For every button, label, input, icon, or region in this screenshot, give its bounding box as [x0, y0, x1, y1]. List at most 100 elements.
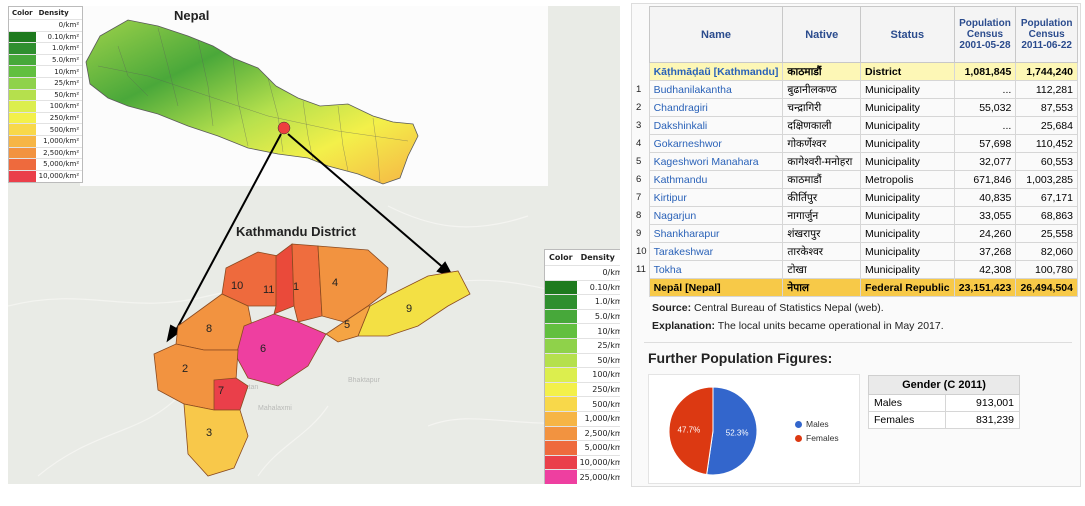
legend-value: 500/km²: [35, 123, 83, 136]
legend-header-density: Density: [580, 253, 615, 262]
district-label-10: 10: [231, 280, 243, 292]
legend-swatch: [545, 279, 577, 295]
municipality-link[interactable]: Budhanilakantha: [654, 84, 732, 96]
district-native: काठमाडौं: [782, 62, 862, 81]
municipality-link[interactable]: Chandragiri: [654, 102, 708, 114]
row-native: टोखा: [782, 260, 862, 279]
row-status: Municipality: [860, 206, 955, 225]
row-pop2011: 110,452: [1015, 134, 1078, 153]
row-pop2001: 671,846: [953, 170, 1017, 189]
district-name[interactable]: Kāṭhmāḍaũ [Kathmandu]: [648, 62, 784, 81]
legend-swatch: [9, 123, 36, 136]
legend-row: 10,000/km²: [9, 169, 83, 182]
row-name[interactable]: Nagarjun: [648, 206, 784, 225]
legend-swatch: [9, 111, 36, 124]
legend-swatch: [545, 352, 577, 368]
legend-swatch: [9, 146, 36, 159]
legend-row: 500/km²: [9, 123, 83, 136]
row-pop2001: 42,308: [953, 260, 1017, 279]
table-row: 7 Kirtipur कीर्तिपुर Municipality 40,835 67,1…: [634, 188, 1078, 207]
legend-row: 2,500/km²: [9, 146, 83, 159]
legend-value: 0/km²: [35, 19, 83, 32]
females-swatch: [795, 435, 802, 443]
legend-value: 1,000/km²: [35, 134, 83, 148]
municipality-link[interactable]: Tokha: [654, 264, 682, 276]
row-index: 7: [634, 188, 650, 207]
municipality-link[interactable]: Kageshwori Manahara: [654, 156, 759, 168]
municipality-link[interactable]: Tarakeshwar: [654, 246, 714, 258]
row-name[interactable]: Chandragiri: [648, 98, 784, 117]
row-pop2001: 33,055: [953, 206, 1017, 225]
gender-row-females: Females 831,239: [867, 411, 1020, 429]
district-name-link[interactable]: Kāṭhmāḍaũ [Kathmandu]: [654, 66, 779, 78]
nepal-pop2011: 26,494,504: [1015, 278, 1078, 297]
source-note: Source: Central Bureau of Statistics Nep…: [652, 302, 884, 314]
legend-row: 250/km²: [9, 111, 83, 124]
row-name[interactable]: Dakshinkali: [648, 116, 784, 135]
row-name[interactable]: Kageshwori Manahara: [648, 152, 784, 171]
municipality-link[interactable]: Dakshinkali: [654, 120, 708, 132]
legend-swatch: [545, 367, 577, 383]
legend-swatch: [545, 294, 577, 310]
column-header-name[interactable]: Name: [648, 6, 784, 63]
kathmandu-marker: [277, 121, 291, 135]
population-table: Name Native Status Population Census 200…: [634, 6, 1078, 297]
row-name[interactable]: Tokha: [648, 260, 784, 279]
row-name[interactable]: Tarakeshwar: [648, 242, 784, 261]
column-header-pop2001[interactable]: Population Census 2001-05-28: [953, 6, 1017, 63]
row-name[interactable]: Kirtipur: [648, 188, 784, 207]
density-legend-nepal: Color Density 0/km² 0.10/km² 1.0/km² 5.0/km…: [8, 6, 84, 183]
map-background: Patan Bhaktapur Mahalaxmi 10 11 1 4 9 5 …: [8, 6, 620, 477]
row-name[interactable]: Kathmandu: [648, 170, 784, 189]
pop2001-header-sub2: 2001-05-28: [959, 40, 1011, 51]
row-native: बुढानीलकण्ठ: [782, 80, 862, 99]
legend-value: 25/km²: [35, 76, 83, 90]
pop2011-header-label: Population: [1020, 18, 1073, 29]
table-row-district: Kāṭhmāḍaũ [Kathmandu] काठमाडौं District …: [634, 62, 1078, 81]
row-index: 5: [634, 152, 650, 171]
legend-row: 0.10/km²: [9, 30, 83, 43]
males-swatch: [795, 421, 802, 429]
legend-row: 250/km²: [545, 381, 620, 397]
legend-row: 1,000/km²: [9, 134, 83, 148]
municipality-link[interactable]: Kathmandu: [654, 174, 708, 186]
density-legend-district: Color Density 0/km²0.10/km²1.0/km²5.0/km…: [544, 249, 620, 484]
legend-row: 50/km²: [9, 88, 83, 101]
column-header-status[interactable]: Status: [860, 6, 955, 63]
row-native: कीर्तिपुर: [782, 188, 862, 207]
legend-swatch: [545, 381, 577, 397]
legend-value: 1.0/km²: [576, 294, 620, 310]
row-name[interactable]: Shankharapur: [648, 224, 784, 243]
legend-row: 5,000/km²: [9, 158, 83, 171]
row-native: कागेश्वरी-मनोहरा: [782, 152, 862, 171]
legend-value: 0/km²: [576, 265, 620, 281]
table-row: 2 Chandragiri चन्द्रागिरी Municipality 55,03…: [634, 98, 1078, 117]
municipality-link[interactable]: Shankharapur: [654, 228, 720, 240]
district-label-1: 1: [293, 281, 299, 293]
column-header-native[interactable]: Native: [782, 6, 862, 63]
explanation-label: Explanation:: [652, 320, 716, 332]
municipality-link[interactable]: Nagarjun: [654, 210, 697, 222]
row-pop2011: 1,003,285: [1015, 170, 1078, 189]
legend-value: 1.0/km²: [35, 42, 83, 55]
legend-value: 500/km²: [576, 396, 620, 412]
table-row: 11 Tokha टोखा Municipality 42,308 100,780: [634, 260, 1078, 279]
row-native: शंखरापुर: [782, 224, 862, 243]
legend-row: 0/km²: [9, 19, 83, 32]
row-pop2001: 57,698: [953, 134, 1017, 153]
explanation-note: Explanation: The local units became oper…: [652, 320, 944, 332]
legend-value: 2,500/km²: [35, 146, 83, 159]
section-divider: [644, 342, 1072, 343]
municipality-link[interactable]: Gokarneshwor: [654, 138, 722, 150]
row-status: Municipality: [860, 152, 955, 171]
row-name[interactable]: Budhanilakantha: [648, 80, 784, 99]
column-header-pop2011[interactable]: Population Census 2011-06-22: [1015, 6, 1078, 63]
municipality-link[interactable]: Kirtipur: [654, 192, 687, 204]
legend-value: 100/km²: [576, 367, 620, 383]
legend-swatch: [545, 323, 577, 339]
row-status: Municipality: [860, 188, 955, 207]
district-status: District: [860, 62, 955, 81]
row-status: Municipality: [860, 116, 955, 135]
row-pop2011: 68,863: [1015, 206, 1078, 225]
row-name[interactable]: Gokarneshwor: [648, 134, 784, 153]
